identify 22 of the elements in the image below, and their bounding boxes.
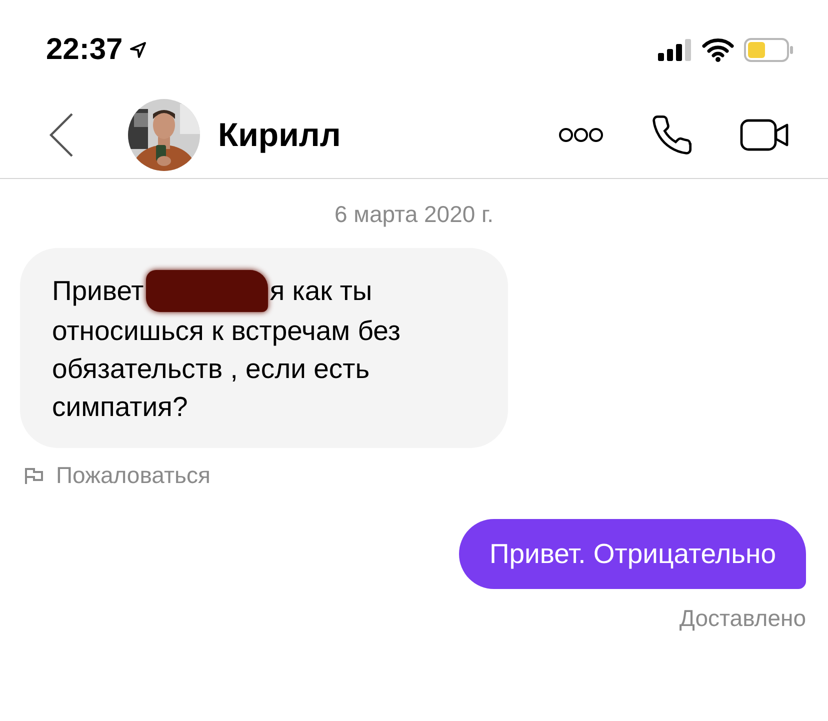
flag-icon: [24, 466, 44, 484]
contact-name: Кирилл: [218, 116, 342, 154]
report-link[interactable]: Пожаловаться: [24, 462, 210, 489]
video-call-button[interactable]: [740, 119, 790, 151]
message-bubble: Привет. Отрицательно: [459, 519, 806, 589]
video-camera-icon: [740, 119, 790, 151]
phone-icon: [650, 113, 694, 157]
more-dots-icon: [558, 127, 604, 143]
delivery-status: Доставлено: [679, 605, 806, 632]
status-time: 22:37: [46, 33, 123, 67]
battery-icon: [744, 38, 794, 62]
message-text: Привет: [52, 274, 144, 308]
message-text: я как ты: [270, 274, 372, 308]
more-button[interactable]: [558, 127, 604, 143]
call-button[interactable]: [650, 113, 694, 157]
location-arrow-icon: [128, 41, 147, 59]
back-button[interactable]: [48, 112, 74, 158]
message-text: относишься к встречам без обязательств , если есть симпатия?: [52, 314, 402, 424]
date-separator: 6 марта 2020 г.: [334, 201, 494, 228]
signal-icon: [658, 39, 692, 61]
wifi-icon: [702, 38, 734, 62]
back-chevron-icon: [48, 112, 74, 158]
